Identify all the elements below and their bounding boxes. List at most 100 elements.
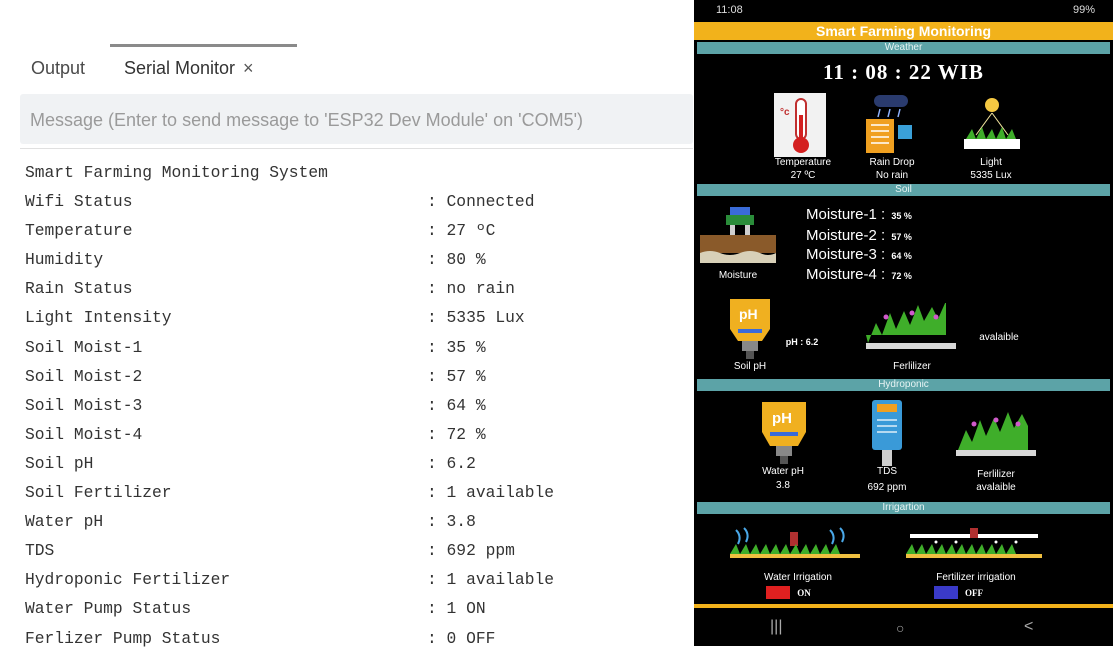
hydroponic-fertilizer-value: avalaible (976, 482, 1016, 493)
svg-text:°c: °c (780, 107, 790, 118)
serial-line: Soil Moist-1 : 35 % (25, 333, 693, 362)
fertilizer-plants-icon (866, 303, 956, 349)
soil-fertilizer-status: avalaible (979, 332, 1019, 343)
divider (20, 148, 693, 149)
light-sensor-icon (964, 98, 1020, 149)
serial-label: Water pH (25, 512, 104, 532)
bottom-accent-bar (694, 604, 1113, 608)
serial-line: Wifi Status: Connected (25, 187, 693, 216)
section-irrigation: Irrigartion (697, 502, 1110, 514)
light-label: Light (980, 157, 1002, 168)
soil-ph-label: Soil pH (733, 361, 767, 372)
svg-text:pH: pH (739, 306, 758, 322)
moisture-3-row: Moisture-3 : 64 % (806, 246, 912, 263)
serial-value: : 35 % (427, 337, 486, 357)
tds-value: 692 ppm (867, 482, 907, 493)
moisture-4-value: 72 % (891, 271, 912, 281)
water-ph-label: Water pH (762, 466, 804, 477)
soil-ph-sensor-icon: pH (730, 299, 770, 359)
serial-label: Soil Moist-3 (25, 395, 143, 415)
serial-value: : 72 % (427, 424, 486, 444)
svg-text:pH: pH (772, 410, 792, 427)
nav-bar: ||| ○ < (694, 612, 1113, 646)
serial-label: Humidity (25, 250, 104, 270)
serial-line: Smart Farming Monitoring System (25, 158, 693, 187)
serial-line: Ferlizer Pump Status: 0 OFF (25, 624, 693, 653)
temperature-value: 27 ºC (790, 170, 816, 181)
tds-label: TDS (877, 466, 897, 477)
light-value: 5335 Lux (970, 170, 1012, 181)
serial-line: Hydroponic Fertilizer : 1 available (25, 565, 693, 594)
serial-line: Rain Status : no rain (25, 274, 693, 303)
serial-label: Soil Moist-1 (25, 337, 143, 357)
thermometer-icon: °c (774, 93, 826, 157)
serial-value: : 1 available (427, 570, 555, 590)
serial-line: Soil Moist-4: 72 % (25, 420, 693, 449)
moisture-4-row: Moisture-4 : 72 % (806, 266, 912, 283)
serial-value: : 27 ºC (427, 221, 496, 241)
serial-value: : 5335 Lux (427, 308, 525, 328)
serial-label: Soil Moist-2 (25, 366, 143, 386)
active-tab-indicator (110, 44, 297, 47)
serial-value: : 64 % (427, 395, 486, 415)
tab-output[interactable]: Output (31, 58, 85, 79)
serial-line: TDS : 692 ppm (25, 536, 693, 565)
fertilizer-pump-indicator (934, 586, 958, 599)
tab-serial-monitor[interactable]: Serial Monitor × (124, 58, 254, 79)
serial-label: Soil pH (25, 453, 94, 473)
message-box (20, 94, 693, 146)
close-icon[interactable]: × (243, 58, 254, 78)
serial-value: : 57 % (427, 366, 486, 386)
hydroponic-fertilizer-icon (956, 412, 1036, 456)
serial-line: Water pH : 3.8 (25, 507, 693, 536)
fertilizer-irrigation-label: Fertilizer irrigation (936, 572, 1016, 583)
serial-line: Light Intensity : 5335 Lux (25, 303, 693, 332)
water-pump-state: ON (797, 588, 811, 598)
serial-line: Humidity : 80 % (25, 245, 693, 274)
serial-value: : 692 ppm (427, 541, 515, 561)
serial-output: Smart Farming Monitoring System Wifi Sta… (25, 158, 693, 653)
message-input[interactable] (20, 94, 692, 146)
moisture-2-name: Moisture-2 : (806, 227, 886, 244)
rain-drop-value: No rain (875, 170, 909, 181)
serial-value: : 1 available (427, 483, 555, 503)
moisture-1-name: Moisture-1 : (806, 206, 886, 223)
serial-label: Soil Fertilizer (25, 483, 172, 503)
serial-value: : no rain (427, 279, 515, 299)
water-irrigation-label: Water Irrigation (764, 572, 832, 583)
serial-label: Temperature (25, 221, 133, 241)
back-icon[interactable]: < (1024, 618, 1033, 636)
serial-label: Smart Farming Monitoring System (25, 163, 328, 182)
serial-label: Hydroponic Fertilizer (25, 570, 231, 590)
serial-line: Water Pump Status: 1 ON (25, 594, 693, 623)
serial-line: Soil pH : 6.2 (25, 449, 693, 478)
moisture-4-name: Moisture-4 : (806, 266, 886, 283)
status-time: 11:08 (716, 4, 743, 16)
rain-drop-sensor-icon (866, 95, 912, 153)
soil-moisture-sensor-icon (700, 207, 776, 263)
serial-label: Light Intensity (25, 308, 172, 328)
serial-label: TDS (25, 541, 55, 561)
moisture-3-name: Moisture-3 : (806, 246, 886, 263)
home-icon[interactable]: ○ (896, 620, 904, 636)
tds-sensor-icon (872, 400, 902, 466)
status-bar: 11:08 99% (694, 0, 1113, 22)
serial-value: : 80 % (427, 250, 486, 270)
serial-label: Water Pump Status (25, 599, 192, 619)
serial-value: : 3.8 (427, 512, 476, 532)
moisture-1-value: 35 % (891, 211, 912, 221)
section-weather: Weather (697, 42, 1110, 54)
water-ph-sensor-icon: pH (762, 402, 806, 464)
moisture-2-row: Moisture-2 : 57 % (806, 227, 912, 244)
water-irrigation-icon (730, 527, 860, 558)
serial-value: : 0 OFF (427, 628, 496, 648)
ide-tab-bar: Output Serial Monitor × (0, 44, 693, 90)
serial-label: Wifi Status (25, 192, 133, 212)
serial-value: : 6.2 (427, 453, 476, 473)
moisture-2-value: 57 % (891, 232, 912, 242)
section-soil: Soil (697, 184, 1110, 196)
recent-apps-icon[interactable]: ||| (770, 618, 782, 636)
soil-ph-value: pH : 6.2 (785, 337, 819, 347)
temperature-label: Temperature (774, 157, 832, 168)
serial-label: Rain Status (25, 279, 133, 299)
